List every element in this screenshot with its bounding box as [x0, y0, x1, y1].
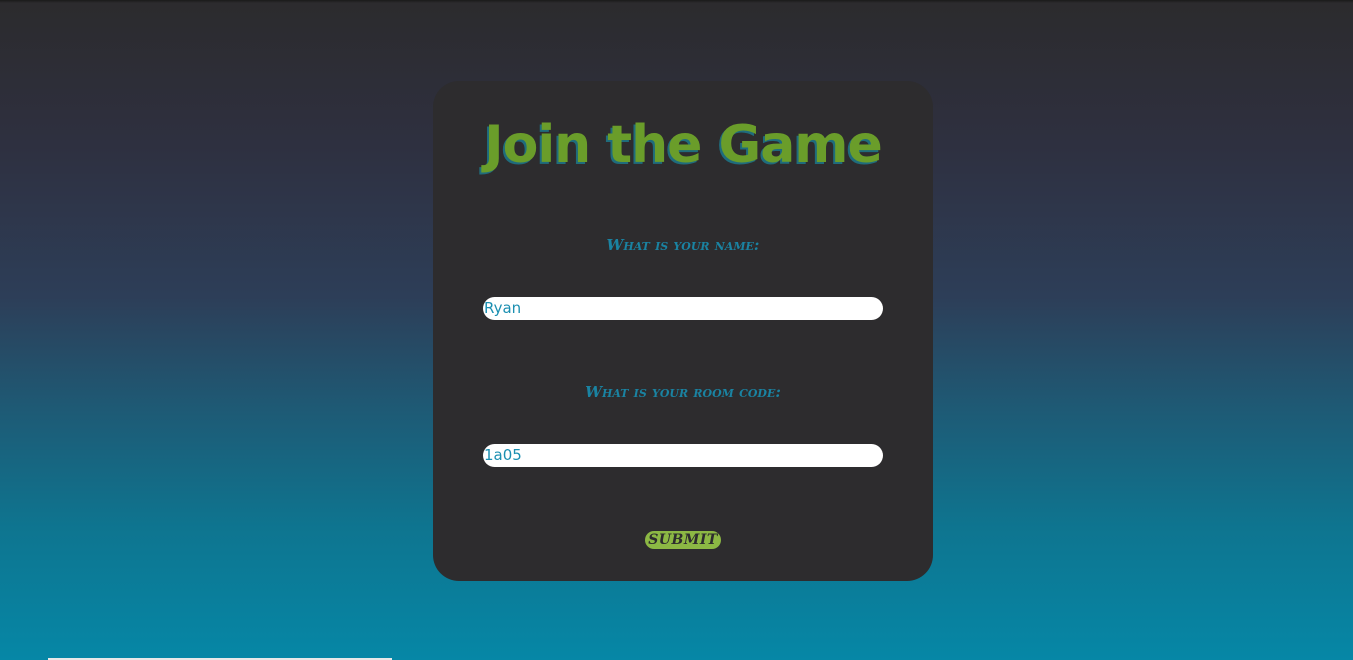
submit-button[interactable]: SUBMIT	[645, 531, 721, 549]
room-code-input[interactable]	[483, 444, 883, 467]
page-title: Join the Game	[484, 115, 883, 175]
name-label: What is your name:	[606, 236, 760, 254]
join-game-card: Join the Game What is your name: What is…	[433, 81, 933, 581]
name-input[interactable]	[483, 297, 883, 320]
window-top-edge	[0, 0, 1353, 3]
room-code-label: What is your room code:	[585, 383, 781, 401]
